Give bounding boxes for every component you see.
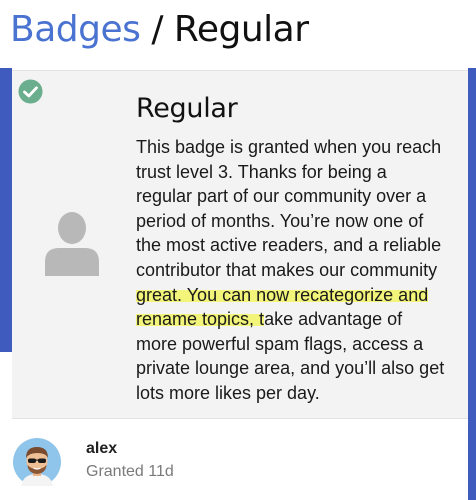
page-header: Badges / Regular (0, 0, 476, 68)
breadcrumb-separator: / (151, 9, 163, 50)
badge-description: This badge is granted when you reach tru… (136, 135, 446, 406)
check-circle-icon (18, 79, 43, 104)
grantee-row (12, 419, 468, 500)
granted-date: Granted 11d (86, 463, 174, 480)
page-edge-accent-left (0, 62, 12, 352)
badge-description-text: This badge is granted when you reach tru… (136, 137, 442, 280)
username[interactable]: alex (86, 440, 117, 458)
avatar[interactable] (13, 438, 61, 486)
breadcrumb-badges-link[interactable]: Badges (10, 9, 141, 50)
user-icon (45, 212, 99, 276)
breadcrumb: Badges / Regular (10, 8, 309, 52)
badge-title: Regular (136, 93, 238, 124)
page-edge-accent-right (468, 62, 476, 500)
breadcrumb-current: Regular (173, 9, 309, 50)
